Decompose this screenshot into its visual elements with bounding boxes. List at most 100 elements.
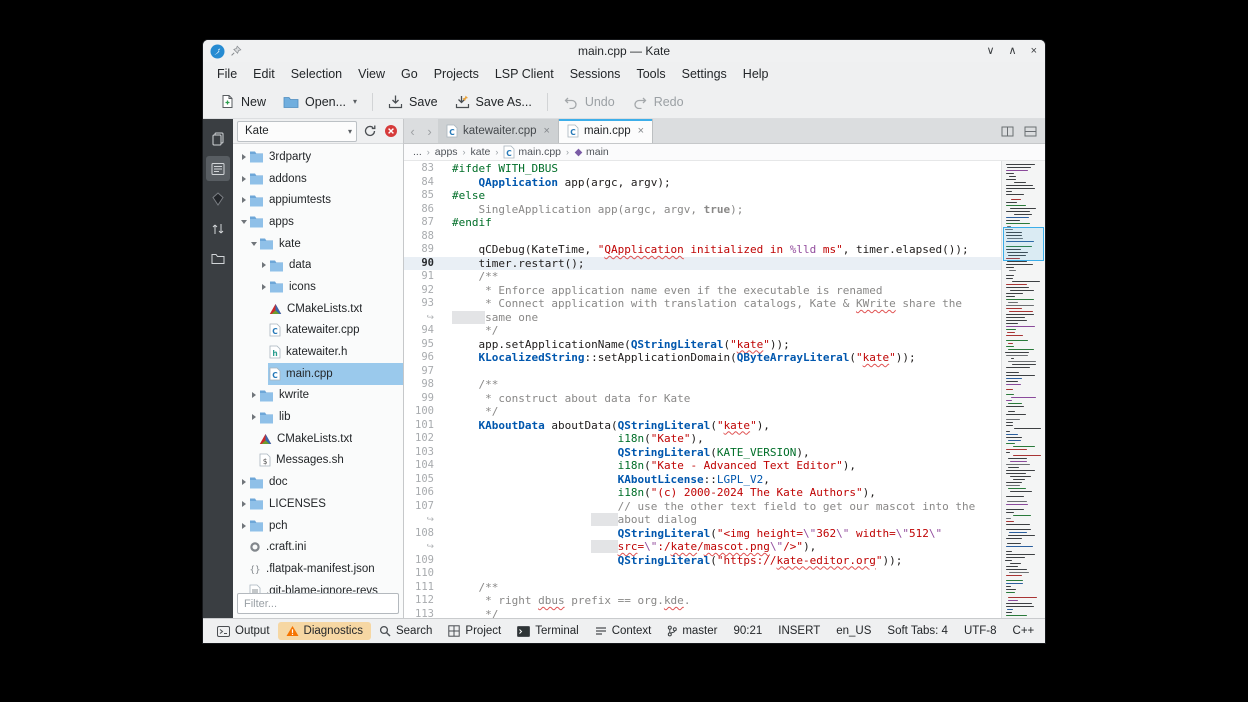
tree-item-addons[interactable]: addons	[233, 168, 403, 190]
tree-item-katewaiter-h[interactable]: hkatewaiter.h	[233, 341, 403, 363]
tree-item-kwrite[interactable]: kwrite	[233, 385, 403, 407]
maximize-button[interactable]: ∧	[1009, 46, 1017, 57]
close-tab-icon[interactable]: ×	[638, 125, 644, 137]
tab-katewaiter-cpp[interactable]: Ckatewaiter.cpp×	[438, 119, 559, 143]
statusbar-terminal[interactable]: Terminal	[509, 622, 586, 640]
redo-button[interactable]: Redo	[624, 91, 692, 113]
statusbar-search[interactable]: Search	[371, 622, 440, 640]
menu-help[interactable]: Help	[735, 64, 777, 84]
code-line-wrap[interactable]: same one	[452, 311, 1001, 325]
new-button[interactable]: New	[212, 90, 274, 113]
statusbar-output[interactable]: Output	[209, 622, 278, 640]
code-line-97[interactable]	[452, 365, 1001, 379]
menu-view[interactable]: View	[350, 64, 393, 84]
nav-back-button[interactable]: ‹	[404, 119, 421, 143]
reload-project-button[interactable]	[362, 123, 378, 139]
code-line-90[interactable]: timer.restart();	[446, 257, 1001, 271]
code-line-89[interactable]: qCDebug(KateTime, "QApplication initiali…	[452, 243, 1001, 257]
statusbar-90-21[interactable]: 90:21	[725, 622, 770, 640]
code-editor[interactable]: #ifdef WITH_DBUS QApplication app(argc, …	[446, 161, 1001, 618]
code-line-96[interactable]: KLocalizedString::setApplicationDomain(Q…	[452, 351, 1001, 365]
code-line-wrap[interactable]: about dialog	[452, 513, 1001, 527]
toolview-git-button[interactable]	[206, 216, 230, 241]
menu-projects[interactable]: Projects	[426, 64, 487, 84]
toolview-project-button[interactable]	[206, 156, 230, 181]
tree-item-pch[interactable]: pch	[233, 515, 403, 537]
code-line-108[interactable]: QStringLiteral("<img height=\"362\" widt…	[452, 527, 1001, 541]
statusbar-soft-tabs-4[interactable]: Soft Tabs: 4	[879, 622, 956, 640]
menu-lsp-client[interactable]: LSP Client	[487, 64, 562, 84]
code-line-110[interactable]	[452, 567, 1001, 581]
code-line-113[interactable]: */	[452, 608, 1001, 619]
tree-item-icons[interactable]: icons	[233, 276, 403, 298]
breadcrumb-apps[interactable]: apps	[435, 146, 458, 158]
tree-item-cmakelists-txt[interactable]: CMakeLists.txt	[233, 298, 403, 320]
tree-item-data[interactable]: data	[233, 254, 403, 276]
code-line-87[interactable]: #endif	[452, 216, 1001, 230]
tree-item-3rdparty[interactable]: 3rdparty	[233, 146, 403, 168]
code-line-86[interactable]: SingleApplication app(argc, argv, true);	[452, 203, 1001, 217]
tree-item-doc[interactable]: doc	[233, 471, 403, 493]
code-line-103[interactable]: QStringLiteral(KATE_VERSION),	[452, 446, 1001, 460]
titlebar[interactable]: main.cpp — Kate ∨∧×	[203, 40, 1045, 62]
statusbar-diagnostics[interactable]: Diagnostics	[278, 622, 371, 640]
tree-item-flatpak-manifest-json[interactable]: {}.flatpak-manifest.json	[233, 558, 403, 580]
minimap-visible-region[interactable]	[1003, 227, 1044, 261]
minimize-button[interactable]: ∨	[986, 46, 994, 57]
tree-item-katewaiter-cpp[interactable]: Ckatewaiter.cpp	[233, 320, 403, 342]
save-as-button[interactable]: Save As...	[447, 90, 540, 113]
code-line-102[interactable]: i18n("Kate"),	[452, 432, 1001, 446]
tree-item-appiumtests[interactable]: appiumtests	[233, 189, 403, 211]
code-line-wrap[interactable]: src=\":/kate/mascot.png\"/>"),	[452, 540, 1001, 554]
project-filter-input[interactable]	[237, 593, 399, 614]
close-button[interactable]: ×	[1031, 46, 1037, 57]
code-line-98[interactable]: /**	[452, 378, 1001, 392]
code-line-91[interactable]: /**	[452, 270, 1001, 284]
code-line-85[interactable]: #else	[452, 189, 1001, 203]
code-line-106[interactable]: i18n("(c) 2000-2024 The Kate Authors"),	[452, 486, 1001, 500]
tree-item-cmakelists-txt[interactable]: CMakeLists.txt	[233, 428, 403, 450]
minimap-scrollbar[interactable]	[1001, 161, 1045, 618]
menu-selection[interactable]: Selection	[283, 64, 350, 84]
tree-item-lib[interactable]: lib	[233, 406, 403, 428]
code-line-92[interactable]: * Enforce application name even if the e…	[452, 284, 1001, 298]
statusbar-master[interactable]: master	[659, 622, 725, 640]
tab-main-cpp[interactable]: Cmain.cpp×	[559, 119, 653, 143]
statusbar-utf-8[interactable]: UTF-8	[956, 622, 1005, 640]
statusbar-c[interactable]: C++	[1005, 622, 1043, 640]
undo-button[interactable]: Undo	[555, 91, 623, 113]
code-line-105[interactable]: KAboutLicense::LGPL_V2,	[452, 473, 1001, 487]
hsplit-view-button[interactable]	[1022, 123, 1038, 139]
menu-edit[interactable]: Edit	[245, 64, 283, 84]
menu-settings[interactable]: Settings	[674, 64, 735, 84]
code-line-99[interactable]: * construct about data for Kate	[452, 392, 1001, 406]
close-project-button[interactable]	[383, 123, 399, 139]
code-line-112[interactable]: * right dbus prefix == org.kde.	[452, 594, 1001, 608]
menu-tools[interactable]: Tools	[628, 64, 673, 84]
statusbar-context[interactable]: Context	[587, 622, 660, 640]
statusbar-en-us[interactable]: en_US	[828, 622, 879, 640]
nav-forward-button[interactable]: ›	[421, 119, 438, 143]
toolview-documents-button[interactable]	[206, 126, 230, 151]
code-line-83[interactable]: #ifdef WITH_DBUS	[452, 162, 1001, 176]
breadcrumb-kate[interactable]: kate	[471, 146, 491, 158]
statusbar-insert[interactable]: INSERT	[770, 622, 828, 640]
vsplit-view-button[interactable]	[999, 123, 1015, 139]
code-line-93[interactable]: * Connect application with translation c…	[452, 297, 1001, 311]
code-line-94[interactable]: */	[452, 324, 1001, 338]
code-line-107[interactable]: // use the other text field to get our m…	[452, 500, 1001, 514]
save-button[interactable]: Save	[380, 90, 446, 113]
breadcrumb-overflow[interactable]: ...	[413, 146, 422, 158]
code-line-111[interactable]: /**	[452, 581, 1001, 595]
tree-item-craft-ini[interactable]: .craft.ini	[233, 536, 403, 558]
code-line-95[interactable]: app.setApplicationName(QStringLiteral("k…	[452, 338, 1001, 352]
tree-item-kate[interactable]: kate	[233, 233, 403, 255]
code-line-101[interactable]: KAboutData aboutData(QStringLiteral("kat…	[452, 419, 1001, 433]
code-line-88[interactable]	[452, 230, 1001, 244]
close-tab-icon[interactable]: ×	[544, 125, 550, 137]
toolview-filesystem-button[interactable]	[206, 246, 230, 271]
breadcrumb-main-cpp[interactable]: Cmain.cpp	[503, 145, 561, 159]
code-line-109[interactable]: QStringLiteral("https://kate-editor.org"…	[452, 554, 1001, 568]
tree-item-licenses[interactable]: LICENSES	[233, 493, 403, 515]
menu-file[interactable]: File	[209, 64, 245, 84]
